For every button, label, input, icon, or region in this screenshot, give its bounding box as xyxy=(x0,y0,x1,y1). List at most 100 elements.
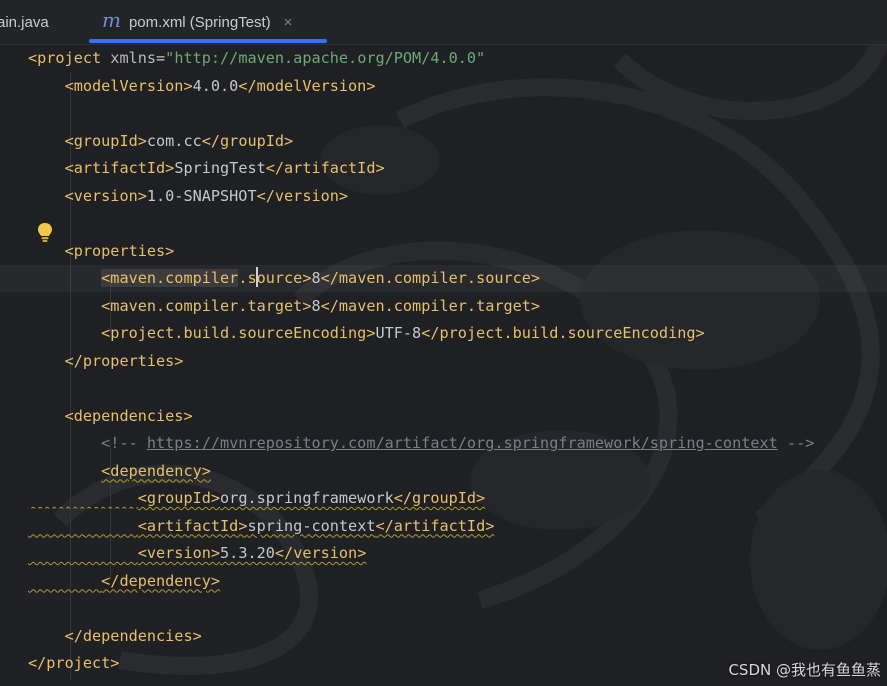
code-line-content: <maven.compiler.source>8</maven.compiler… xyxy=(28,265,540,292)
code-line[interactable]: <project.build.sourceEncoding>UTF-8</pro… xyxy=(0,320,887,347)
close-icon[interactable]: × xyxy=(284,14,293,31)
code-line[interactable]: <dependency> xyxy=(0,458,887,485)
code-line[interactable] xyxy=(0,375,887,402)
code-token: --> xyxy=(777,434,815,452)
code-line[interactable]: <properties> xyxy=(0,238,887,265)
code-token: <!-- xyxy=(101,434,147,452)
code-line-content: </properties> xyxy=(28,348,184,375)
code-token: <version> xyxy=(64,186,147,205)
code-line-content: <artifactId>SpringTest</artifactId> xyxy=(28,155,385,182)
ide-window: ain.java m pom.xml (SpringTest) × <proje… xyxy=(0,0,887,686)
csdn-watermark: CSDN @我也有鱼鱼蒸 xyxy=(728,661,881,679)
code-token: 1.0-SNAPSHOT xyxy=(146,186,257,205)
text-cursor xyxy=(256,267,258,287)
code-line[interactable]: <version>1.0-SNAPSHOT</version> xyxy=(0,183,887,210)
code-token: <maven.compiler.target> xyxy=(101,296,312,315)
tab-label: ain.java xyxy=(0,13,49,31)
code-editor[interactable]: <project xmlns="http://maven.apache.org/… xyxy=(0,44,887,686)
code-token: "http://maven.apache.org/POM/4.0.0" xyxy=(165,49,486,67)
code-line[interactable]: <groupId>org.springframework</groupId> xyxy=(0,485,887,512)
tab-main-java[interactable]: ain.java xyxy=(0,0,49,44)
code-line-content: <version>5.3.20</version> xyxy=(28,540,367,567)
code-line[interactable]: <version>5.3.20</version> xyxy=(0,540,887,567)
code-line[interactable]: </dependencies> xyxy=(0,623,887,650)
code-token: xmlns xyxy=(110,49,157,67)
code-line-content: <dependency> xyxy=(28,458,211,485)
code-token: </maven.compiler.target> xyxy=(320,296,541,315)
code-token: 8 xyxy=(311,269,321,287)
code-line[interactable]: <maven.compiler.target>8</maven.compiler… xyxy=(0,293,887,320)
code-line[interactable]: <groupId>com.cc</groupId> xyxy=(0,128,887,155)
code-line[interactable]: <!-- https://mvnrepository.com/artifact/… xyxy=(0,430,887,457)
code-token: <project.build.sourceEncoding> xyxy=(101,324,376,342)
active-tab-indicator xyxy=(89,39,327,43)
code-line[interactable] xyxy=(0,595,887,622)
code-line[interactable] xyxy=(0,210,887,237)
code-token: https://mvnrepository.com/artifact/org.s… xyxy=(146,434,778,452)
code-token: <dependency> xyxy=(101,461,211,480)
code-token: <properties> xyxy=(64,241,175,260)
code-token: org.springframework xyxy=(220,489,394,507)
code-line[interactable]: <maven.compiler.source>8</maven.compiler… xyxy=(0,265,887,292)
code-line-content: <dependencies> xyxy=(28,403,193,430)
code-token: <artifactId> xyxy=(64,159,175,177)
tab-pom-xml[interactable]: m pom.xml (SpringTest) × xyxy=(102,0,292,44)
code-token: </properties> xyxy=(64,351,184,370)
code-token: = xyxy=(156,49,166,67)
code-line[interactable] xyxy=(0,100,887,127)
code-token: spring-context xyxy=(247,516,376,535)
code-token: </artifactId> xyxy=(265,159,385,177)
code-line-content: <groupId>com.cc</groupId> xyxy=(28,128,294,155)
code-line[interactable]: </dependency> xyxy=(0,568,887,595)
code-line-content: <groupId>org.springframework</groupId> xyxy=(28,485,485,512)
code-token: <project xyxy=(28,49,111,67)
code-token: </artifactId> xyxy=(375,516,495,535)
code-line[interactable]: <artifactId>spring-context</artifactId> xyxy=(0,513,887,540)
code-token: 5.3.20 xyxy=(220,544,275,562)
code-token: </groupId> xyxy=(393,489,486,507)
code-token: </version> xyxy=(256,186,349,205)
code-line-content: <project xmlns="http://maven.apache.org/… xyxy=(28,45,485,72)
code-line[interactable]: </properties> xyxy=(0,348,887,375)
code-token: .source> xyxy=(238,269,312,287)
code-token: <groupId> xyxy=(137,489,221,507)
code-line-content: <modelVersion>4.0.0</modelVersion> xyxy=(28,73,376,100)
code-line[interactable]: <project xmlns="http://maven.apache.org/… xyxy=(0,45,887,72)
code-line-content: <project.build.sourceEncoding>UTF-8</pro… xyxy=(28,320,705,347)
code-line[interactable]: <modelVersion>4.0.0</modelVersion> xyxy=(0,73,887,100)
code-token: </project.build.sourceEncoding> xyxy=(421,324,705,342)
tab-label: pom.xml (SpringTest) xyxy=(128,13,271,31)
code-line-content: <!-- https://mvnrepository.com/artifact/… xyxy=(28,430,814,457)
maven-file-icon: m xyxy=(102,8,121,32)
lightbulb-icon[interactable] xyxy=(36,222,54,244)
code-line-content: </dependencies> xyxy=(28,623,202,650)
code-token: <modelVersion> xyxy=(64,76,193,95)
code-token: SpringTest xyxy=(174,159,266,177)
code-token: </project> xyxy=(28,654,120,672)
code-line[interactable]: <artifactId>SpringTest</artifactId> xyxy=(0,155,887,182)
code-token: </groupId> xyxy=(201,131,294,150)
code-line-content: <maven.compiler.target>8</maven.compiler… xyxy=(28,293,540,320)
code-token: UTF-8 xyxy=(375,324,422,342)
code-token: </modelVersion> xyxy=(238,76,376,95)
code-line-content: <artifactId>spring-context</artifactId> xyxy=(28,513,495,540)
code-token: 4.0.0 xyxy=(192,76,239,95)
code-token: </dependencies> xyxy=(64,626,202,645)
code-token: </version> xyxy=(274,544,367,562)
code-line[interactable]: <dependencies> xyxy=(0,403,887,430)
